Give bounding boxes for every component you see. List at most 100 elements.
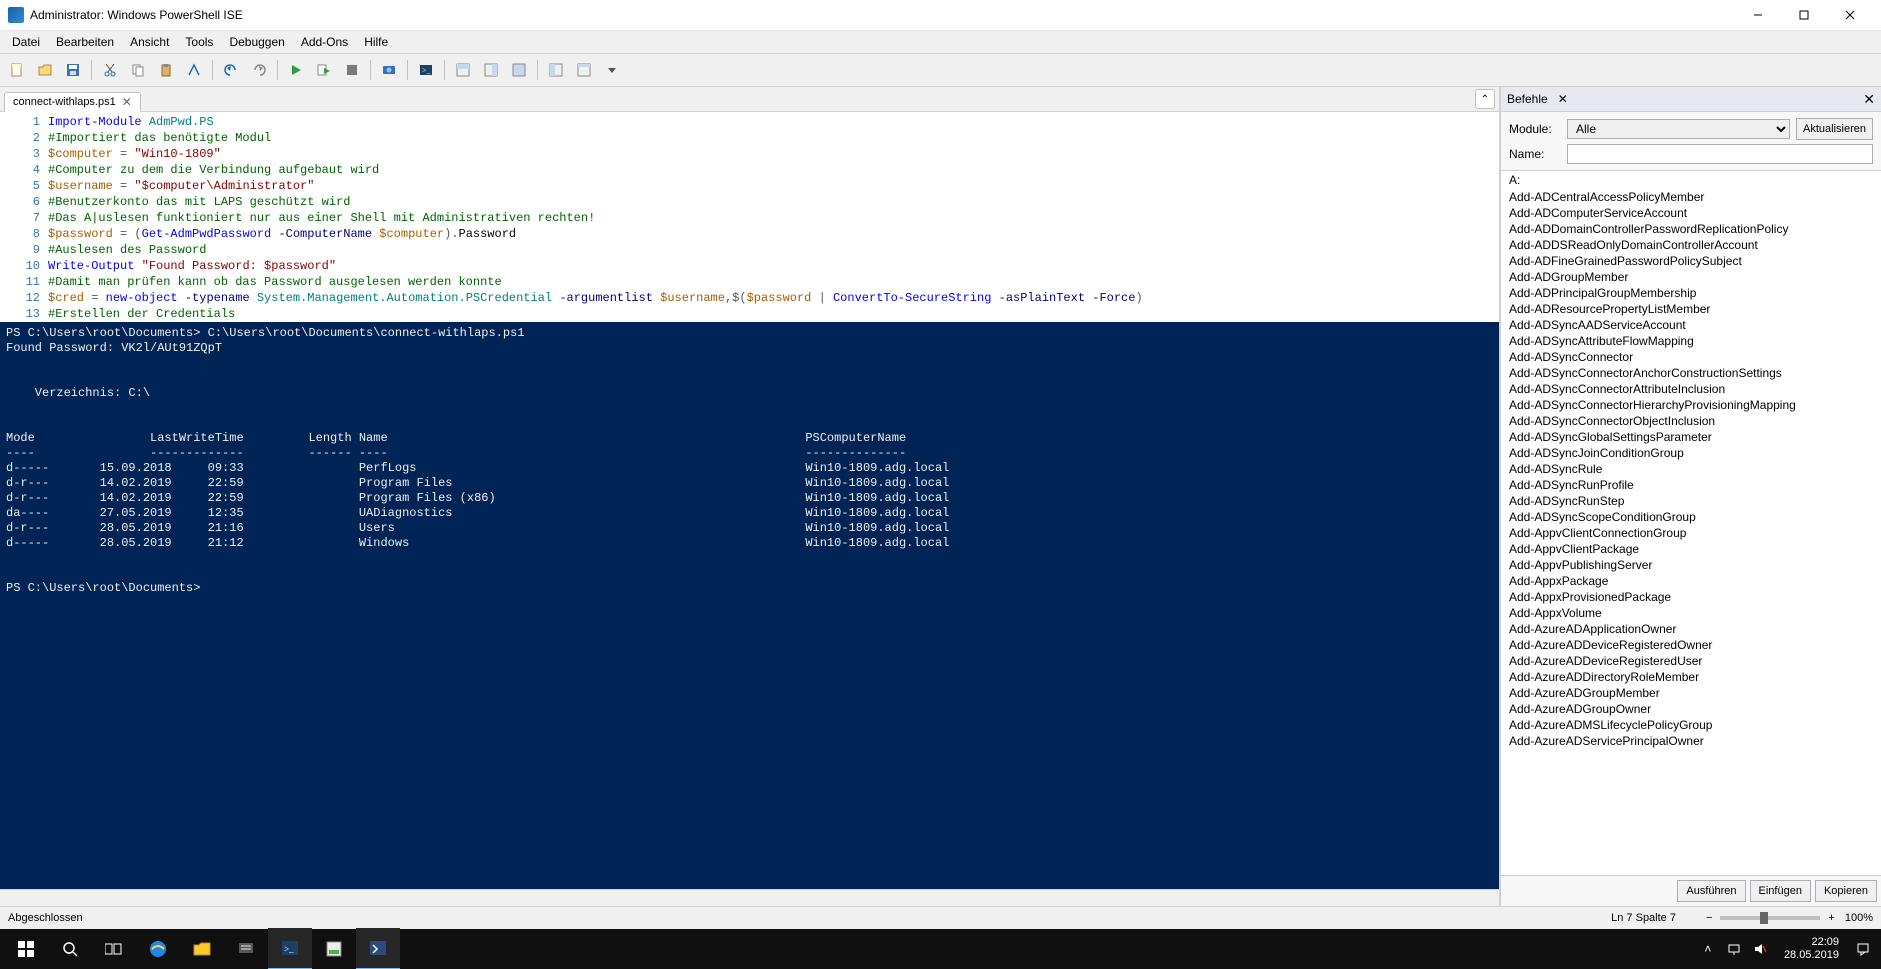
command-item[interactable]: Add-AzureADGroupMember [1501, 685, 1881, 701]
command-item[interactable]: Add-ADSyncRunStep [1501, 493, 1881, 509]
run-script-button[interactable] [283, 57, 309, 83]
start-powershell-button[interactable]: >_ [413, 57, 439, 83]
command-item[interactable]: Add-AppxVolume [1501, 605, 1881, 621]
menu-item[interactable]: Ansicht [122, 33, 177, 51]
zoom-minus-icon[interactable]: − [1706, 912, 1712, 924]
command-item[interactable]: Add-ADSyncConnectorAttributeInclusion [1501, 381, 1881, 397]
commands-pane-tab-close-icon[interactable]: ✕ [1558, 92, 1568, 106]
run-selection-button[interactable] [311, 57, 337, 83]
command-item[interactable]: Add-ADDomainControllerPasswordReplicatio… [1501, 221, 1881, 237]
close-button[interactable] [1827, 0, 1873, 30]
tray-volume-icon[interactable] [1752, 941, 1768, 957]
command-item[interactable]: Add-ADSyncConnectorObjectInclusion [1501, 413, 1881, 429]
taskbar-ise-button[interactable] [356, 928, 400, 969]
menu-item[interactable]: Add-Ons [293, 33, 356, 51]
maximize-button[interactable] [1781, 0, 1827, 30]
menu-item[interactable]: Bearbeiten [48, 33, 122, 51]
tab-close-icon[interactable]: ✕ [122, 95, 132, 109]
command-item[interactable]: Add-ADSyncJoinConditionGroup [1501, 445, 1881, 461]
script-editor[interactable]: 123456789101112131415161718 Import-Modul… [0, 112, 1499, 322]
command-item[interactable]: Add-AzureADDirectoryRoleMember [1501, 669, 1881, 685]
command-item[interactable]: Add-ADGroupMember [1501, 269, 1881, 285]
command-item[interactable]: Add-AzureADServicePrincipalOwner [1501, 733, 1881, 749]
run-command-button[interactable]: Ausführen [1677, 880, 1745, 902]
stop-button[interactable] [339, 57, 365, 83]
menu-item[interactable]: Debuggen [221, 33, 292, 51]
toolbar-dropdown-button[interactable] [599, 57, 625, 83]
commands-pane-close-icon[interactable]: ✕ [1863, 91, 1875, 108]
command-list[interactable]: A: Add-ADCentralAccessPolicyMemberAdd-AD… [1501, 170, 1881, 875]
command-item[interactable]: Add-AzureADDeviceRegisteredUser [1501, 653, 1881, 669]
tab-script[interactable]: connect-withlaps.ps1 ✕ [4, 92, 141, 112]
search-button[interactable] [48, 929, 92, 969]
taskbar-clock[interactable]: 22:09 28.05.2019 [1778, 936, 1845, 962]
refresh-button[interactable]: Aktualisieren [1796, 118, 1873, 140]
commands-pane-title: Befehle [1507, 92, 1548, 106]
command-item[interactable]: Add-ADSyncConnector [1501, 349, 1881, 365]
toggle-script-pane-button[interactable]: ⌃ [1475, 89, 1495, 109]
show-command-addon-button[interactable] [543, 57, 569, 83]
command-item[interactable]: Add-ADSyncAADServiceAccount [1501, 317, 1881, 333]
zoom-slider[interactable] [1720, 916, 1820, 920]
zoom-level: 100% [1845, 912, 1873, 924]
command-item[interactable]: Add-AzureADMSLifecyclePolicyGroup [1501, 717, 1881, 733]
show-script-pane-right-button[interactable] [478, 57, 504, 83]
taskbar-ie-button[interactable] [136, 929, 180, 969]
start-button[interactable] [4, 929, 48, 969]
command-item[interactable]: Add-AzureADDeviceRegisteredOwner [1501, 637, 1881, 653]
command-item[interactable]: Add-ADSyncConnectorAnchorConstructionSet… [1501, 365, 1881, 381]
taskbar-powershell-button[interactable]: >_ [268, 928, 312, 969]
command-item[interactable]: Add-AppxPackage [1501, 573, 1881, 589]
new-remote-tab-button[interactable] [376, 57, 402, 83]
taskbar-explorer-button[interactable] [180, 929, 224, 969]
command-item[interactable]: Add-ADFineGrainedPasswordPolicySubject [1501, 253, 1881, 269]
paste-button[interactable] [153, 57, 179, 83]
command-item[interactable]: Add-ADSyncGlobalSettingsParameter [1501, 429, 1881, 445]
command-item[interactable]: Add-ADSyncAttributeFlowMapping [1501, 333, 1881, 349]
open-file-button[interactable] [32, 57, 58, 83]
taskbar-app1-button[interactable] [312, 929, 356, 969]
redo-button[interactable] [246, 57, 272, 83]
command-item[interactable]: Add-ADComputerServiceAccount [1501, 205, 1881, 221]
cut-button[interactable] [97, 57, 123, 83]
command-item[interactable]: Add-AzureADApplicationOwner [1501, 621, 1881, 637]
copy-button[interactable] [125, 57, 151, 83]
command-item[interactable]: Add-ADSyncConnectorHierarchyProvisioning… [1501, 397, 1881, 413]
name-input[interactable] [1567, 144, 1873, 164]
tray-network-icon[interactable] [1726, 941, 1742, 957]
command-item[interactable]: Add-ADResourcePropertyListMember [1501, 301, 1881, 317]
command-item[interactable]: Add-ADPrincipalGroupMembership [1501, 285, 1881, 301]
taskbar-server-manager-button[interactable] [224, 929, 268, 969]
minimize-button[interactable] [1735, 0, 1781, 30]
command-item[interactable]: Add-AzureADGroupOwner [1501, 701, 1881, 717]
menu-item[interactable]: Datei [4, 33, 48, 51]
command-item[interactable]: Add-AppxProvisionedPackage [1501, 589, 1881, 605]
command-item[interactable]: Add-ADSyncScopeConditionGroup [1501, 509, 1881, 525]
command-item[interactable]: Add-ADCentralAccessPolicyMember [1501, 189, 1881, 205]
command-item[interactable]: Add-AppvClientPackage [1501, 541, 1881, 557]
module-select[interactable]: Alle [1567, 119, 1790, 139]
clear-button[interactable] [181, 57, 207, 83]
command-item[interactable]: Add-ADDSReadOnlyDomainControllerAccount [1501, 237, 1881, 253]
horizontal-scrollbar[interactable] [0, 889, 1499, 906]
new-file-button[interactable] [4, 57, 30, 83]
show-script-pane-top-button[interactable] [450, 57, 476, 83]
command-item[interactable]: Add-ADSyncRule [1501, 461, 1881, 477]
task-view-button[interactable] [92, 929, 136, 969]
clock-time: 22:09 [1784, 936, 1839, 949]
command-item[interactable]: Add-AppvClientConnectionGroup [1501, 525, 1881, 541]
notifications-icon[interactable] [1855, 941, 1871, 957]
tray-chevron-icon[interactable]: ˄ [1700, 941, 1716, 957]
menu-item[interactable]: Tools [177, 33, 221, 51]
undo-button[interactable] [218, 57, 244, 83]
zoom-plus-icon[interactable]: + [1828, 912, 1834, 924]
save-button[interactable] [60, 57, 86, 83]
copy-command-button[interactable]: Kopieren [1815, 880, 1877, 902]
insert-command-button[interactable]: Einfügen [1750, 880, 1811, 902]
show-command-window-button[interactable] [571, 57, 597, 83]
console-pane[interactable]: PS C:\Users\root\Documents> C:\Users\roo… [0, 322, 1499, 889]
command-item[interactable]: Add-ADSyncRunProfile [1501, 477, 1881, 493]
show-script-pane-max-button[interactable] [506, 57, 532, 83]
command-item[interactable]: Add-AppvPublishingServer [1501, 557, 1881, 573]
menu-item[interactable]: Hilfe [356, 33, 396, 51]
